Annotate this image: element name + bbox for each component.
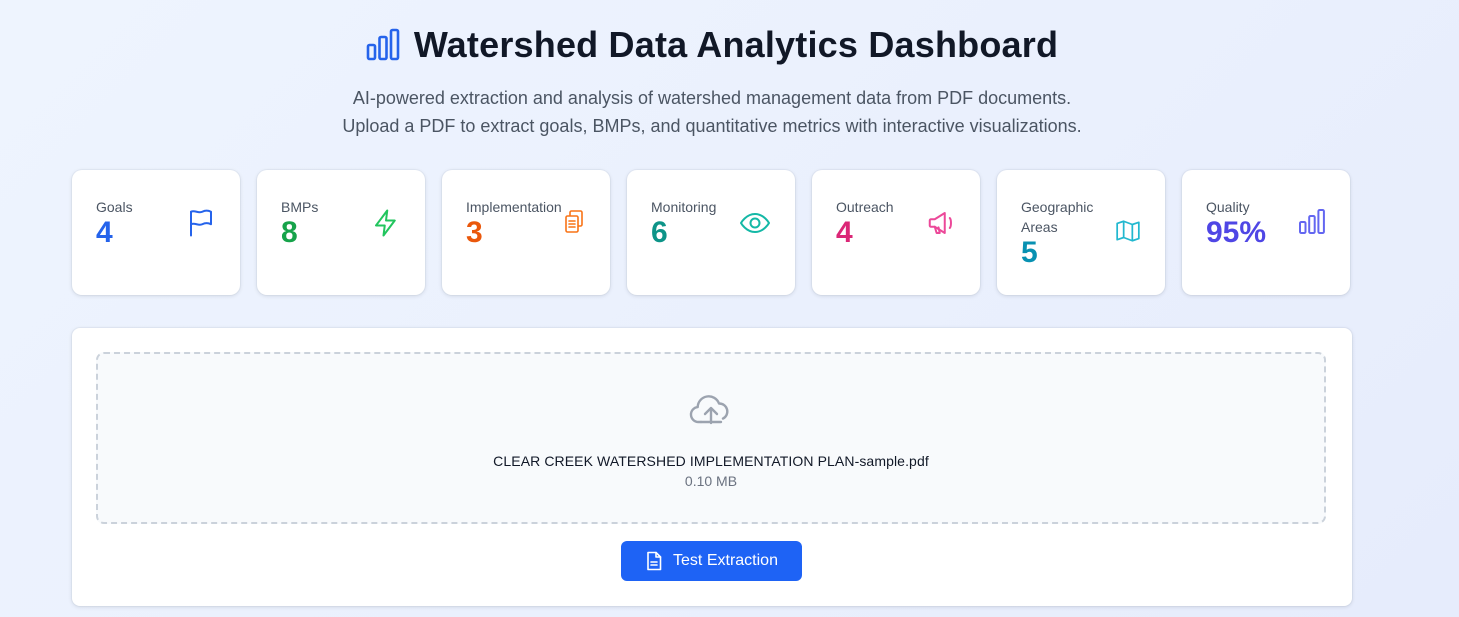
test-extraction-label: Test Extraction	[673, 552, 778, 569]
flag-icon	[186, 208, 216, 238]
stat-card-goals: Goals 4	[72, 170, 240, 295]
upload-panel: CLEAR CREEK WATERSHED IMPLEMENTATION PLA…	[72, 328, 1352, 606]
test-extraction-button[interactable]: Test Extraction	[621, 541, 802, 581]
dashboard-header: Watershed Data Analytics Dashboard AI-po…	[0, 22, 1424, 140]
stat-card-monitoring: Monitoring 6	[627, 170, 795, 295]
stat-value: 4	[96, 216, 113, 249]
uploaded-file-size: 0.10 MB	[684, 473, 738, 489]
map-icon	[1115, 218, 1141, 244]
document-icon	[645, 551, 663, 571]
stat-value: 6	[651, 216, 668, 249]
stat-value: 8	[281, 216, 298, 249]
stat-card-quality: Quality 95%	[1182, 170, 1350, 295]
stat-value: 4	[836, 216, 853, 249]
uploaded-file-name: CLEAR CREEK WATERSHED IMPLEMENTATION PLA…	[493, 453, 929, 469]
stats-row: Goals 4 BMPs 8 Implementation 3 Monitori…	[72, 170, 1350, 295]
stat-card-bmps: BMPs 8	[257, 170, 425, 295]
stat-label: BMPs	[281, 199, 319, 215]
stat-card-implementation: Implementation 3	[442, 170, 610, 295]
stat-card-outreach: Outreach 4	[812, 170, 980, 295]
clipboard-icon	[562, 208, 586, 236]
cloud-upload-icon	[689, 392, 733, 428]
page-subtitle: AI-powered extraction and analysis of wa…	[0, 84, 1424, 140]
page-title: Watershed Data Analytics Dashboard	[413, 24, 1059, 65]
subtitle-line-2: Upload a PDF to extract goals, BMPs, and…	[342, 116, 1082, 136]
stat-label: Goals	[96, 199, 133, 215]
megaphone-icon	[926, 208, 956, 238]
stat-label: Quality	[1206, 199, 1250, 215]
stat-label: Monitoring	[651, 199, 717, 215]
stat-label: Outreach	[836, 199, 894, 215]
lightning-icon	[371, 208, 401, 238]
stat-card-geographic-areas: Geographic Areas 5	[997, 170, 1165, 295]
eye-icon	[739, 208, 771, 238]
file-dropzone[interactable]: CLEAR CREEK WATERSHED IMPLEMENTATION PLA…	[96, 352, 1326, 524]
stat-value: 5	[1021, 236, 1038, 269]
bar-chart-icon	[366, 28, 400, 62]
bar-chart-icon	[1298, 208, 1326, 236]
stat-value: 3	[466, 216, 483, 249]
stat-label: Geographic Areas	[1021, 199, 1094, 235]
subtitle-line-1: AI-powered extraction and analysis of wa…	[352, 88, 1072, 108]
stat-label: Implementation	[466, 199, 562, 215]
title-row: Watershed Data Analytics Dashboard	[0, 22, 1424, 68]
stat-value: 95%	[1206, 216, 1267, 249]
